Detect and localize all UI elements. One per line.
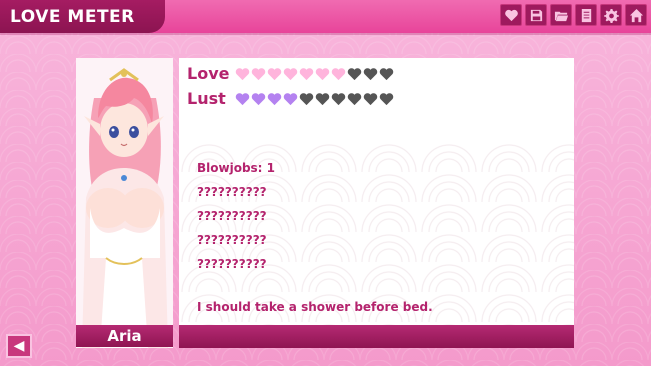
heart-filled-icon <box>251 67 266 80</box>
toolbar <box>500 4 647 26</box>
heart-empty-icon <box>331 92 346 105</box>
love-label: Love <box>187 64 230 83</box>
heart-empty-icon <box>347 67 362 80</box>
heart-filled-icon <box>283 92 298 105</box>
stats-panel: Love Lust Blowjobs: 1 ?????????? ???????… <box>179 58 574 348</box>
love-meter: Love <box>187 64 394 83</box>
top-bar: LOVE METER <box>0 0 651 33</box>
heart-filled-icon <box>251 92 266 105</box>
heart-empty-icon <box>299 92 314 105</box>
character-portrait <box>76 58 173 348</box>
save-icon[interactable] <box>525 4 547 26</box>
arrow-left-icon: ◀ <box>13 338 25 354</box>
lust-label: Lust <box>187 89 226 108</box>
heart-empty-icon <box>379 67 394 80</box>
heart-filled-icon <box>331 67 346 80</box>
heart-empty-icon <box>347 92 362 105</box>
heart-filled-icon <box>235 67 250 80</box>
heart-empty-icon <box>315 92 330 105</box>
stat-line: ?????????? <box>197 257 267 271</box>
heart-filled-icon <box>235 92 250 105</box>
heart-filled-icon <box>267 67 282 80</box>
love-hearts <box>235 67 394 81</box>
stat-line: ?????????? <box>197 209 267 223</box>
panel-footer <box>179 325 574 348</box>
heart-empty-icon <box>379 92 394 105</box>
title-tab: LOVE METER <box>0 0 165 33</box>
stat-line: Blowjobs: 1 <box>197 161 276 175</box>
heart-filled-icon <box>267 92 282 105</box>
heart-filled-icon <box>283 67 298 80</box>
stat-line: ?????????? <box>197 185 267 199</box>
home-icon[interactable] <box>625 4 647 26</box>
character-name: Aria <box>76 325 173 347</box>
back-button[interactable]: ◀ <box>6 334 32 358</box>
lust-meter: Lust <box>187 89 394 108</box>
heart-icon[interactable] <box>500 4 522 26</box>
heart-filled-icon <box>315 67 330 80</box>
notes-icon[interactable] <box>575 4 597 26</box>
page-title: LOVE METER <box>10 6 135 27</box>
heart-empty-icon <box>363 67 378 80</box>
heart-empty-icon <box>363 92 378 105</box>
lust-hearts <box>235 92 394 106</box>
stat-line: ?????????? <box>197 233 267 247</box>
folder-open-icon[interactable] <box>550 4 572 26</box>
gear-icon[interactable] <box>600 4 622 26</box>
character-remark: I should take a shower before bed. <box>197 300 433 314</box>
character-illustration <box>76 58 173 348</box>
heart-filled-icon <box>299 67 314 80</box>
